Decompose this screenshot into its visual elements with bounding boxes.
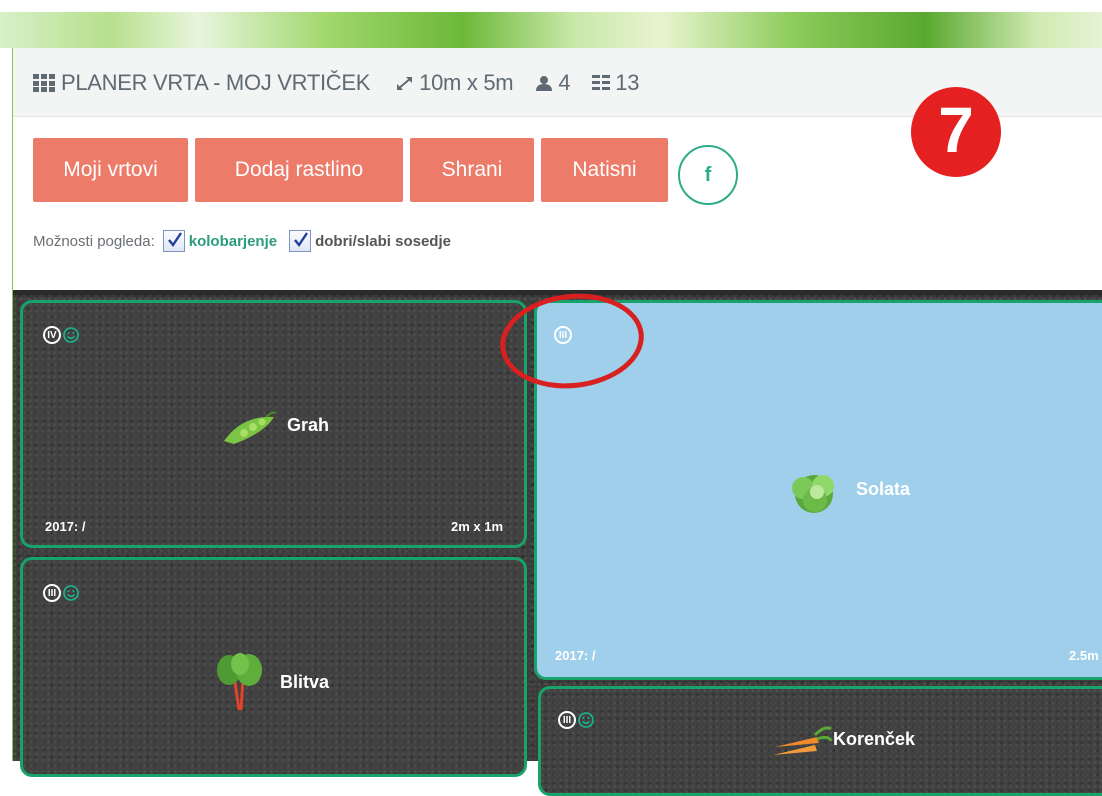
lettuce-icon: [792, 475, 834, 513]
year-label: 2017: /: [555, 648, 596, 663]
grid-icon: [33, 74, 55, 92]
year-label: 2017: /: [45, 519, 86, 534]
page-title: PLANER VRTA - MOJ VRTIČEK 10m x 5m 4 13: [33, 70, 639, 96]
plant-name: Solata: [856, 479, 911, 499]
checkmark-icon: [167, 232, 182, 248]
garden-bed-korencek[interactable]: III Korenček: [538, 686, 1102, 796]
print-button[interactable]: Natisni: [541, 138, 668, 202]
plant-name: Grah: [287, 415, 330, 435]
smiley-icon: [578, 712, 594, 728]
header-banner: [0, 0, 1102, 48]
user-icon: [536, 76, 553, 91]
garden-bed-grah[interactable]: IV Grah 2017: / 2m x 1m: [20, 300, 527, 548]
crop-rotation-label[interactable]: kolobarjenje: [189, 233, 277, 250]
carrot-icon: [773, 726, 833, 755]
beds-icon: [592, 75, 611, 90]
neighbors-checkbox[interactable]: [289, 230, 312, 252]
rotation-badge: III: [558, 711, 576, 729]
pea-pod-icon: [224, 411, 277, 444]
view-options: Možnosti pogleda: kolobarjenje dobri/sla…: [33, 230, 451, 252]
garden-bed-blitva[interactable]: III Blitva: [20, 557, 527, 777]
resize-icon: [397, 77, 413, 90]
plant-name: Korenček: [833, 729, 916, 749]
garden-size: 10m x 5m: [396, 70, 514, 96]
garden-edge: [13, 290, 1102, 295]
garden-bed-count: 13: [592, 70, 639, 96]
view-options-label: Možnosti pogleda:: [33, 232, 155, 250]
my-gardens-button[interactable]: Moji vrtovi: [33, 138, 188, 202]
garden-people: 4: [535, 70, 571, 96]
toolbar: Moji vrtovi Dodaj rastlino Shrani Natisn…: [33, 138, 675, 202]
rotation-badge: IV: [43, 326, 61, 344]
facebook-share-button[interactable]: f: [678, 145, 738, 205]
bed-size: 2m x 1m: [451, 519, 504, 534]
smiley-icon: [63, 585, 79, 601]
chard-icon: [217, 653, 262, 711]
save-button[interactable]: Shrani: [410, 138, 534, 202]
crop-rotation-checkbox[interactable]: [162, 230, 185, 252]
smiley-icon: [63, 327, 79, 343]
garden-title: PLANER VRTA - MOJ VRTIČEK: [61, 70, 371, 95]
rotation-badge: III: [43, 584, 61, 602]
add-plant-button[interactable]: Dodaj rastlino: [195, 138, 403, 202]
plant-name: Blitva: [280, 672, 330, 692]
step-number-badge: 7: [911, 87, 1001, 177]
checkmark-icon: [294, 232, 309, 248]
bed-size: 2.5m: [1069, 648, 1099, 663]
neighbors-label[interactable]: dobri/slabi sosedje: [315, 233, 451, 250]
